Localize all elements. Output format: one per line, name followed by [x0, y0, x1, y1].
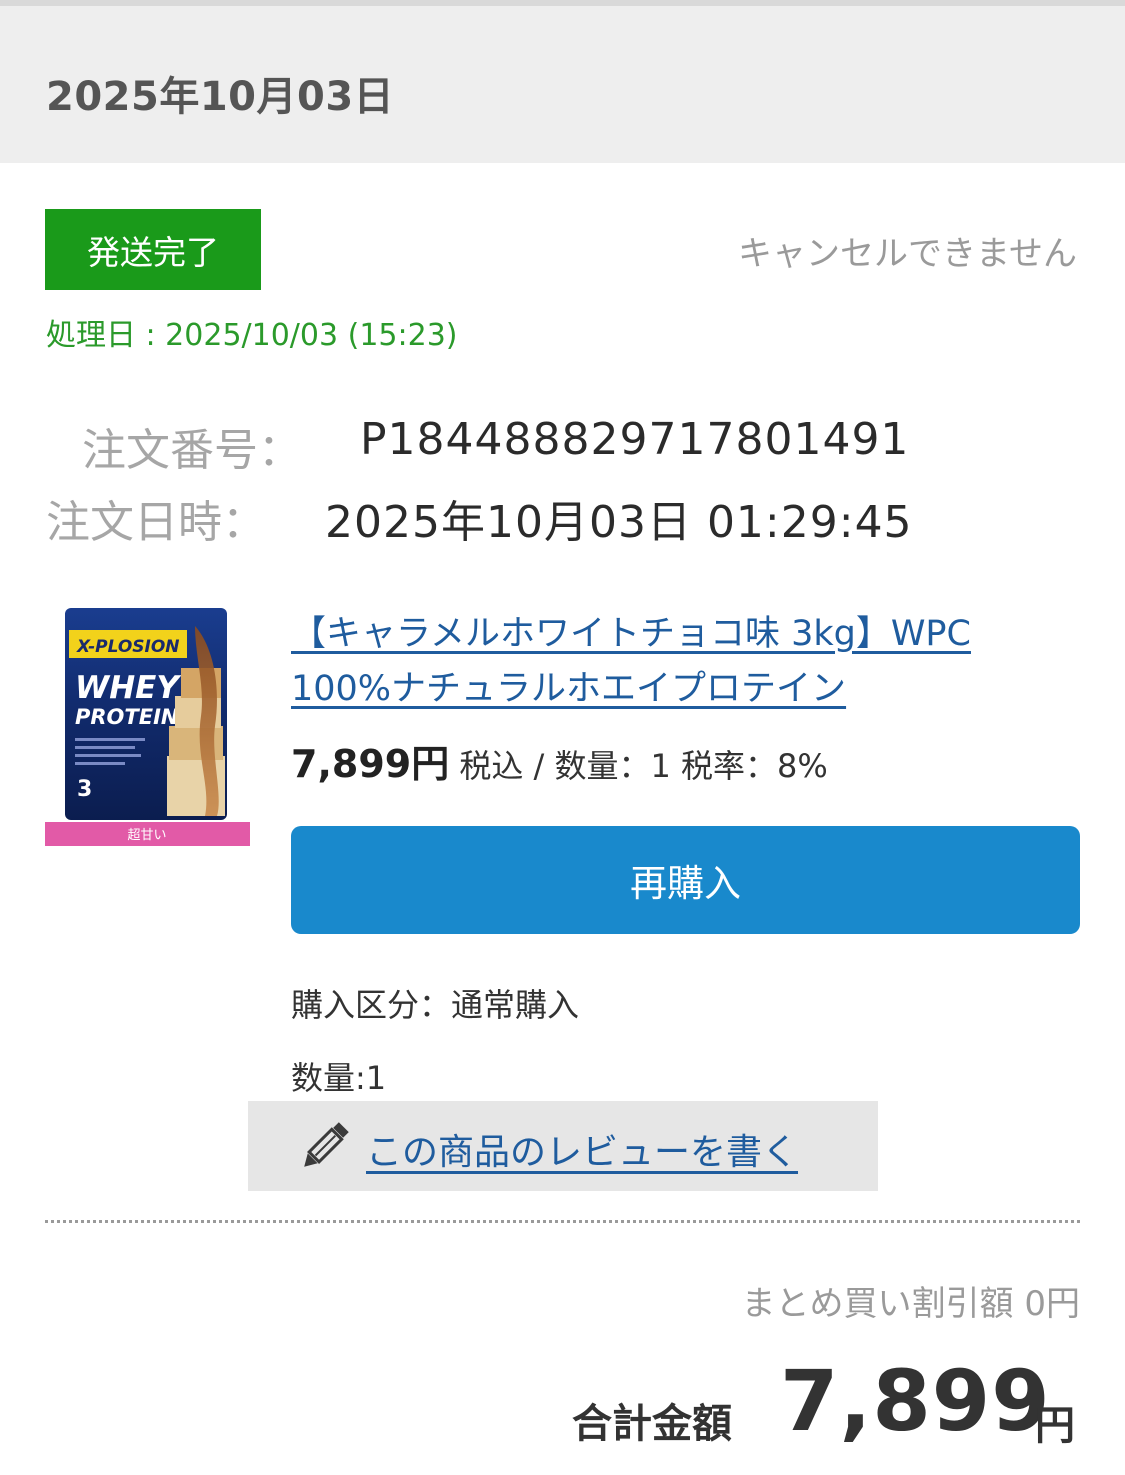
status-badge: 発送完了 — [45, 209, 261, 290]
order-number-label: 注文番号： — [82, 425, 302, 476]
product-image[interactable]: X-PLOSION WHEY PROTEIN 3 超甘い — [45, 606, 250, 846]
product-line1-text: WHEY — [75, 670, 182, 706]
processed-date: 処理日 : 2025/10/03 (15:23) — [46, 318, 458, 353]
total-label: 合計金額 — [572, 1401, 732, 1447]
price-row: 7,899円 税込 / 数量：1 税率：8% — [291, 733, 828, 788]
review-box[interactable]: この商品のレビューを書く — [248, 1101, 878, 1191]
order-datetime-value: 2025年10月03日 01:29:45 — [325, 497, 913, 548]
product-size-text: 3 — [77, 777, 92, 802]
dotted-divider — [45, 1220, 1080, 1223]
order-datetime-label: 注文日時： — [46, 497, 266, 548]
order-number-value: P184488829717801491 — [360, 414, 910, 465]
price-detail: 税込 / 数量：1 税率：8% — [449, 747, 828, 785]
quantity: 数量:1 — [291, 1059, 387, 1097]
product-price: 7,899円 — [291, 742, 450, 786]
cancel-note: キャンセルできません — [738, 234, 1077, 274]
product-tag-text: 超甘い — [127, 828, 166, 843]
pencil-icon — [294, 1117, 354, 1177]
order-date-heading: 2025年10月03日 — [46, 74, 395, 120]
rebuy-button[interactable]: 再購入 — [291, 826, 1080, 934]
total-unit: 円 — [1035, 1403, 1075, 1449]
bulk-discount: まとめ買い割引額 0円 — [741, 1284, 1080, 1324]
write-review-link[interactable]: この商品のレビューを書く — [366, 1123, 798, 1175]
product-title-link[interactable]: 【キャラメルホワイトチョコ味 3kg】WPC 100%ナチュラルホエイプロテイン — [291, 607, 1031, 717]
purchase-type: 購入区分：通常購入 — [291, 986, 580, 1024]
total-value: 7,899 — [780, 1352, 1051, 1450]
product-line2-text: PROTEIN — [75, 705, 179, 729]
product-brand-text: X-PLOSION — [76, 637, 180, 657]
date-header: 2025年10月03日 — [0, 6, 1125, 163]
